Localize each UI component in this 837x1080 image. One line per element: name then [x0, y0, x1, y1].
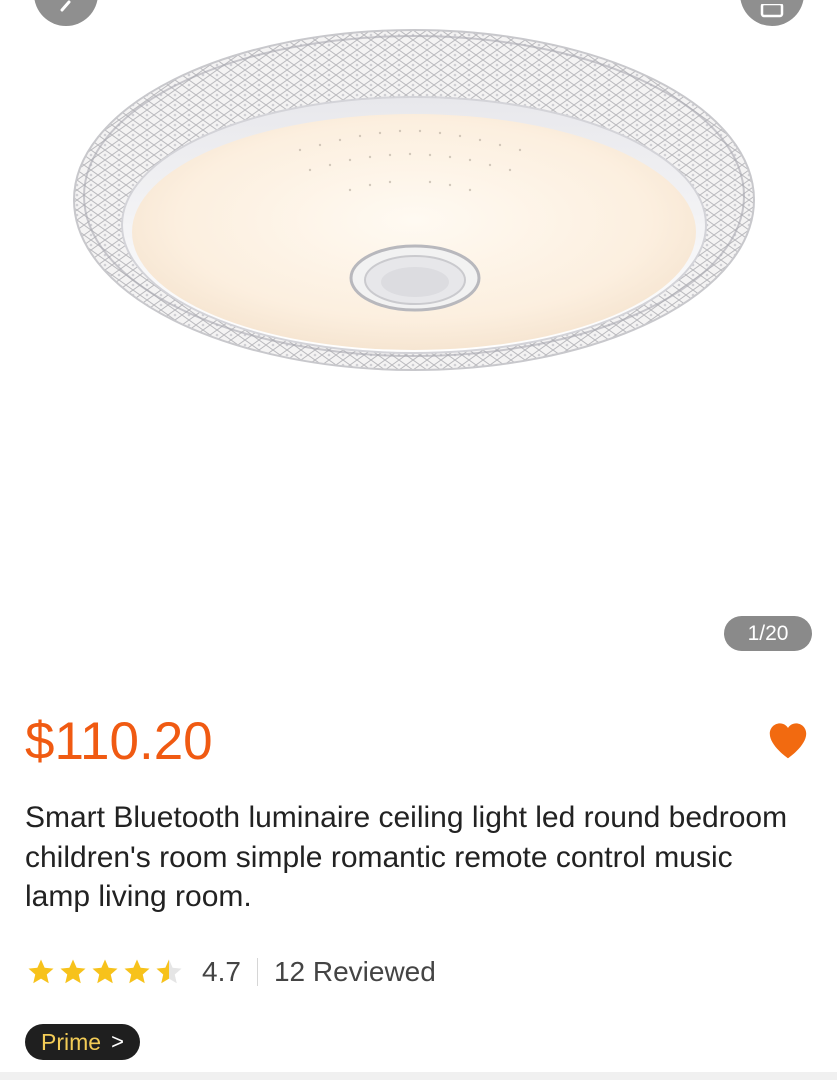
rating-value: 4.7: [202, 956, 241, 987]
product-price: $110.20: [25, 712, 213, 771]
chevron-right-icon: >: [111, 1029, 124, 1054]
review-count[interactable]: 12 Reviewed: [274, 956, 436, 988]
star-icon: [124, 959, 150, 984]
section-divider: [0, 1072, 837, 1080]
half-star-icon: [156, 959, 182, 984]
prime-badge[interactable]: Prime >: [25, 1024, 140, 1060]
star-icon: [60, 959, 86, 984]
share-icon: [760, 4, 784, 18]
star-icon: [92, 959, 118, 984]
prime-label: Prime: [41, 1028, 102, 1055]
product-title: Smart Bluetooth luminaire ceiling light …: [25, 801, 788, 913]
star-icon: [28, 959, 54, 984]
image-counter: 1/20: [724, 616, 812, 651]
chevron-left-icon: [60, 0, 71, 12]
rating-row[interactable]: 4.7 12 Reviewed: [26, 952, 436, 992]
rating-divider: [256, 958, 258, 986]
ceiling-lamp-image: [73, 29, 755, 371]
heart-icon[interactable]: [765, 718, 811, 764]
product-image-gallery[interactable]: 1/20: [0, 0, 837, 670]
star-rating: [26, 957, 186, 987]
